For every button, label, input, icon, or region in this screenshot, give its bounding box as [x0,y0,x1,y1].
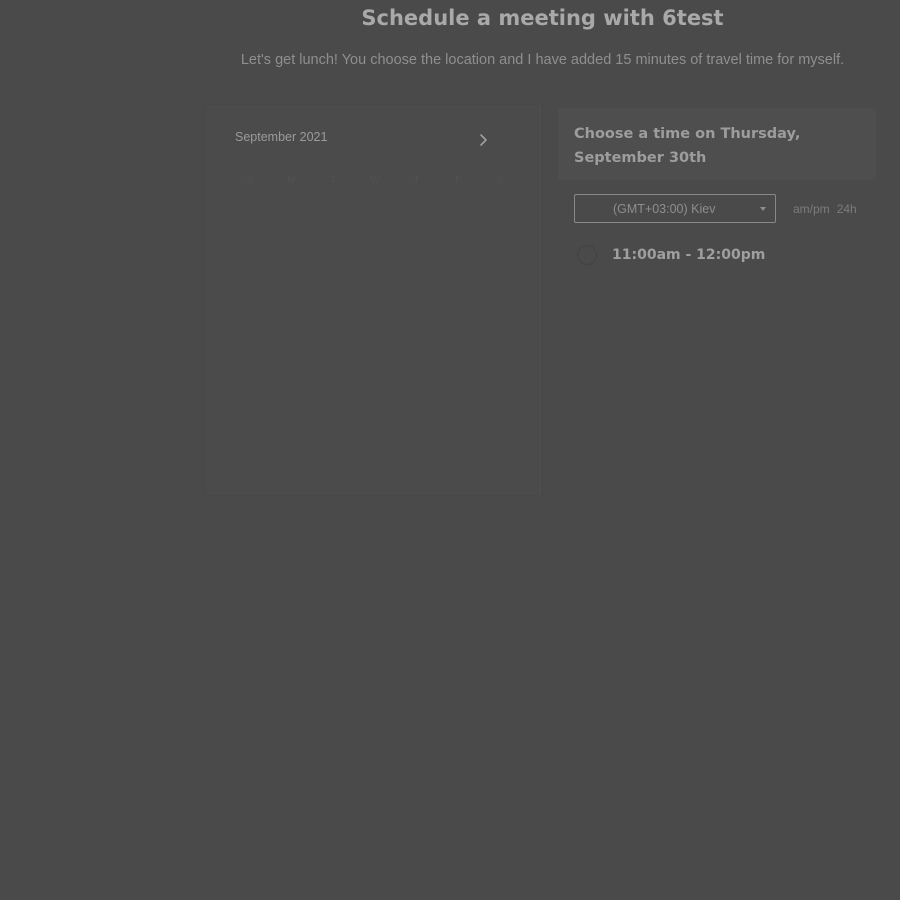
time-slot-option[interactable]: 11:00am - 12:00pm [577,242,765,268]
weekday-label: M [287,175,296,186]
time-slot-label: 11:00am - 12:00pm [612,247,766,263]
weekday-label: F [455,175,462,186]
time-format-toggle: am/pm 24h [793,202,857,216]
weekday-label: S [496,175,504,186]
timezone-select[interactable]: (GMT+03:00) Kiev [574,194,776,223]
month-label: September 2021 [235,130,328,144]
calendar-panel: September 2021 S M T W T F S [205,105,541,495]
chevron-right-icon [480,134,487,146]
caret-down-icon [760,207,766,211]
time-selection-heading: Choose a time on Thursday, September 30t… [574,126,801,166]
weekday-label: W [370,175,380,186]
24h-format-option[interactable]: 24h [837,202,857,216]
ampm-format-option[interactable]: am/pm [793,202,830,216]
weekday-label: S [246,175,254,186]
timezone-value: (GMT+03:00) Kiev [613,202,716,216]
page-description: Let's get lunch! You choose the location… [240,52,845,68]
time-slot-radio[interactable] [577,245,597,265]
scheduling-page: Schedule a meeting with 6test Let's get … [0,0,900,900]
time-selection-header: Choose a time on Thursday, September 30t… [558,108,876,180]
weekday-label: T [413,175,420,186]
page-title: Schedule a meeting with 6test [361,6,724,30]
weekday-label: T [330,175,337,186]
weekday-header-row: S M T W T F S [235,175,515,186]
next-month-button[interactable] [475,130,493,150]
